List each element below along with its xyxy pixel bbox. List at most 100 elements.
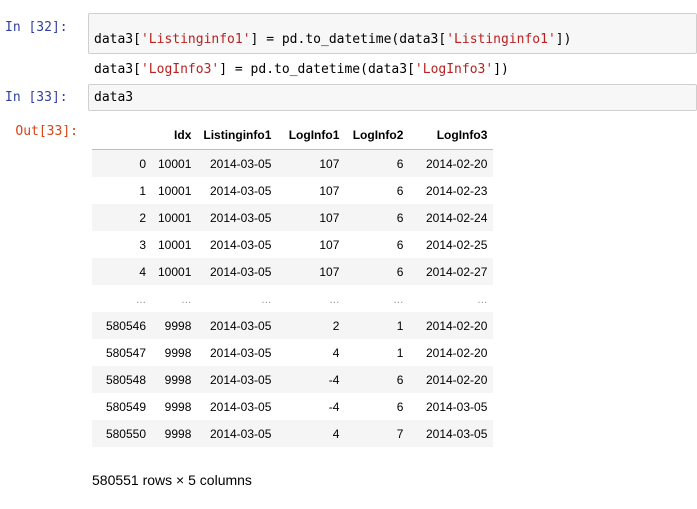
table-cell: 6	[396, 399, 404, 414]
row-index: 2	[139, 210, 146, 225]
table-cell: 107	[319, 210, 340, 225]
table-cell: 10001	[158, 210, 192, 225]
table-cell: 6	[396, 237, 404, 252]
table-cell: 2014-03-05	[209, 372, 272, 387]
column-header: LogInfo1	[277, 120, 346, 150]
table-cell: 10001	[158, 183, 192, 198]
code-token: data3[	[94, 32, 141, 47]
row-index: ...	[135, 291, 146, 306]
row-index: 580549	[105, 399, 146, 414]
table-cell: ...	[261, 291, 272, 306]
table-cell: 6	[396, 156, 404, 171]
table-cell: 2014-02-20	[425, 318, 488, 333]
table-cell: 2014-03-05	[425, 426, 488, 441]
code-token: ] = pd.to_datetime(data3[	[250, 32, 447, 47]
table-cell: 2	[332, 318, 340, 333]
row-index: 580548	[105, 372, 146, 387]
input-prompt-32: In [32]:	[5, 20, 68, 35]
table-header-row: Idx Listinginfo1 LogInfo1 LogInfo2 LogIn…	[92, 120, 494, 150]
table-cell: 2014-03-05	[209, 426, 272, 441]
table-cell: 2014-03-05	[209, 318, 272, 333]
row-index: 580546	[105, 318, 146, 333]
table-cell: 2014-03-05	[209, 264, 272, 279]
code-token: ])	[493, 62, 509, 77]
table-row: ..................	[92, 285, 493, 312]
table-row: 3 10001 2014-03-05 107 6 2014-02-25	[92, 231, 493, 258]
table-row: 2 10001 2014-03-05 107 6 2014-02-24	[92, 204, 494, 231]
table-cell: 4	[332, 345, 340, 360]
table-cell: 2014-03-05	[209, 210, 272, 225]
dataframe-table: Idx Listinginfo1 LogInfo1 LogInfo2 LogIn…	[92, 120, 494, 447]
table-row: 580546 9998 2014-03-05 2 1 2014-02-20	[92, 312, 494, 339]
table-cell: 7	[396, 426, 404, 441]
table-cell: 2014-03-05	[209, 345, 272, 360]
table-cell: 9998	[164, 345, 192, 360]
table-row: 1 10001 2014-03-05 107 6 2014-02-23	[92, 177, 493, 204]
table-cell: 1	[396, 345, 404, 360]
code-token: data3[	[94, 62, 141, 77]
table-cell: ...	[181, 291, 192, 306]
table-cell: 10001	[158, 264, 192, 279]
table-cell: 2014-02-20	[425, 156, 488, 171]
row-index: 580547	[105, 345, 146, 360]
string-literal: 'Listinginfo1'	[140, 32, 251, 47]
table-cell: 2014-03-05	[209, 156, 272, 171]
code-line-2: data3['LogInfo3'] = pd.to_datetime(data3…	[94, 62, 691, 77]
table-row: 580549 9998 2014-03-05 -4 6 2014-03-05	[92, 393, 493, 420]
code-line-1: data3['Listinginfo1'] = pd.to_datetime(d…	[94, 32, 691, 47]
row-index: 0	[139, 156, 146, 171]
code-cell-32[interactable]: data3['Listinginfo1'] = pd.to_datetime(d…	[88, 13, 697, 77]
output-prompt-33: Out[33]:	[15, 124, 78, 139]
table-cell: 2014-02-27	[425, 264, 488, 279]
row-index: 4	[139, 264, 146, 279]
code-cell-33[interactable]: data3	[88, 84, 697, 111]
code-token: data3	[94, 90, 134, 105]
code-token: ])	[555, 32, 572, 47]
table-cell: 2014-03-05	[425, 399, 488, 414]
table-cell: 2014-02-20	[425, 372, 488, 387]
table-cell: 2014-02-23	[425, 183, 488, 198]
table-cell: 1	[396, 318, 404, 333]
table-cell: 107	[319, 237, 340, 252]
column-header: Idx	[152, 120, 198, 150]
input-prompt-33: In [33]:	[5, 90, 68, 105]
table-cell: 2014-03-05	[209, 399, 272, 414]
table-cell: 9998	[164, 318, 192, 333]
table-cell: 6	[396, 264, 404, 279]
dataframe-summary: 580551 rows × 5 columns	[92, 472, 252, 488]
table-cell: ...	[393, 291, 404, 306]
table-row: 580548 9998 2014-03-05 -4 6 2014-02-20	[92, 366, 494, 393]
table-cell: 107	[319, 156, 340, 171]
table-cell: ...	[329, 291, 340, 306]
column-header: LogInfo3	[409, 120, 494, 150]
row-index: 3	[139, 237, 146, 252]
table-cell: 10001	[158, 156, 192, 171]
table-cell: 107	[319, 264, 340, 279]
table-cell: -4	[328, 372, 340, 387]
table-row: 0 10001 2014-03-05 107 6 2014-02-20	[92, 149, 494, 177]
table-cell: 2014-02-25	[425, 237, 488, 252]
table-cell: 6	[396, 183, 404, 198]
table-cell: 2014-02-20	[425, 345, 488, 360]
code-token: ] = pd.to_datetime(data3[	[219, 62, 415, 77]
table-cell: 2014-03-05	[209, 237, 272, 252]
string-literal: 'LogInfo3'	[140, 62, 220, 77]
string-literal: 'LogInfo3'	[414, 62, 494, 77]
table-cell: -4	[328, 399, 340, 414]
table-cell: 2014-02-24	[425, 210, 488, 225]
table-row: 4 10001 2014-03-05 107 6 2014-02-27	[92, 258, 494, 285]
table-cell: 9998	[164, 426, 192, 441]
table-row: 580550 9998 2014-03-05 4 7 2014-03-05	[92, 420, 494, 447]
table-cell: 4	[332, 426, 340, 441]
row-index: 580550	[105, 426, 146, 441]
column-header: LogInfo2	[345, 120, 410, 150]
table-cell: 2014-03-05	[209, 183, 272, 198]
table-cell: 9998	[164, 372, 192, 387]
column-header: Listinginfo1	[197, 120, 278, 150]
table-row: 580547 9998 2014-03-05 4 1 2014-02-20	[92, 339, 493, 366]
table-cell: 9998	[164, 399, 192, 414]
index-header	[92, 120, 152, 150]
table-cell: 6	[396, 372, 404, 387]
table-cell: 10001	[158, 237, 192, 252]
row-index: 1	[139, 183, 146, 198]
